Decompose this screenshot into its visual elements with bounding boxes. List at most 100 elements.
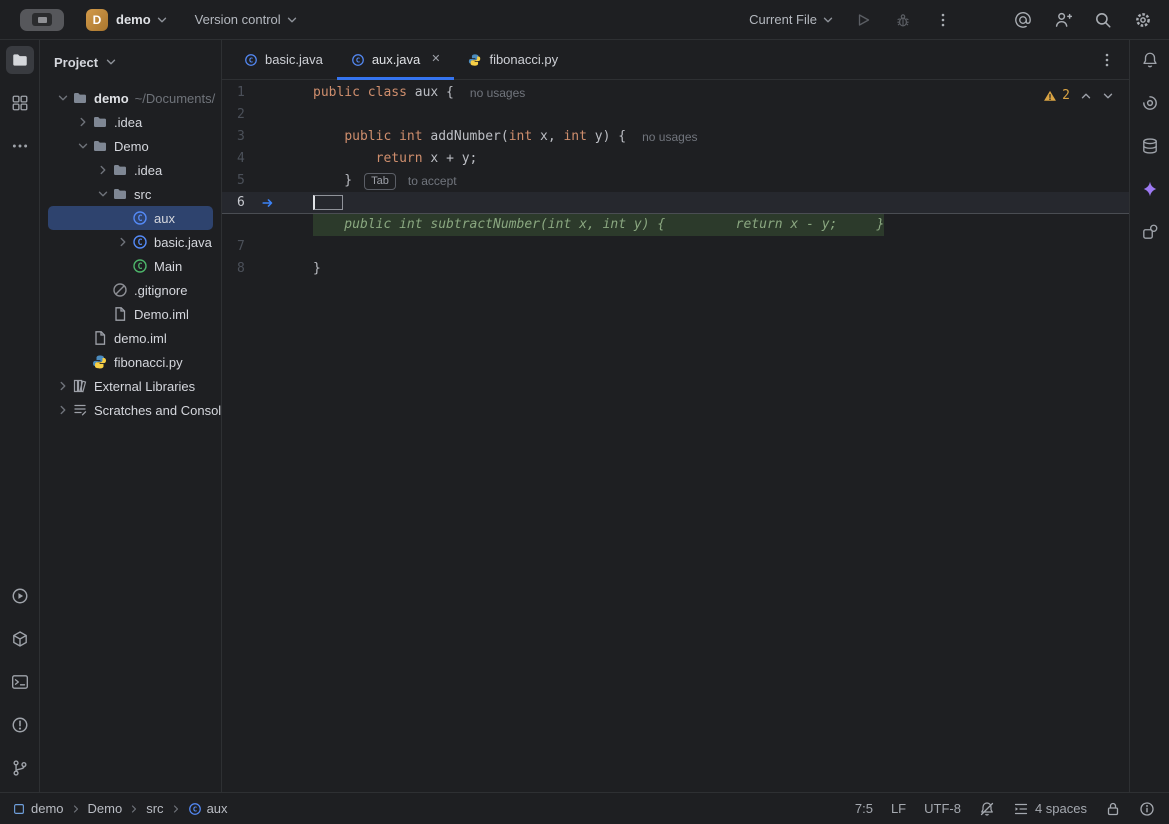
notifications-muted-button[interactable] (979, 801, 995, 817)
project-switcher[interactable]: demo (116, 12, 151, 27)
code-with-me-button[interactable] (1049, 6, 1077, 34)
readonly-toggle-button[interactable] (1105, 801, 1121, 817)
code-line[interactable]: 8 } (222, 258, 1129, 280)
folder-icon (11, 51, 29, 69)
chevron-down-icon[interactable] (74, 139, 92, 153)
database-tool-button[interactable] (1136, 132, 1164, 160)
more-actions-button[interactable] (929, 6, 957, 34)
project-panel-header[interactable]: Project (40, 40, 221, 84)
tree-item-aux-selected[interactable]: aux (48, 206, 213, 230)
tool-build-button[interactable] (6, 625, 34, 653)
tree-item-gitignore[interactable]: .gitignore (40, 278, 221, 302)
chevron-right-icon[interactable] (114, 235, 132, 249)
indent-widget[interactable]: 4 spaces (1013, 801, 1087, 817)
tool-run-button[interactable] (6, 582, 34, 610)
settings-button[interactable] (1129, 6, 1157, 34)
run-button[interactable] (849, 6, 877, 34)
line-number[interactable]: 2 (222, 104, 313, 126)
tree-item-external-libraries[interactable]: External Libraries (40, 374, 221, 398)
tab-key-badge: Tab (364, 173, 396, 190)
tree-item-demo-iml[interactable]: Demo.iml (40, 302, 221, 326)
tree-item-idea[interactable]: .idea (40, 110, 221, 134)
code-line[interactable]: 4 return x + y; (222, 148, 1129, 170)
tree-item-label: demo (94, 91, 129, 106)
left-tool-strip (0, 40, 40, 792)
line-number[interactable]: 3 (222, 126, 313, 148)
project-tree: demo ~/Documents/ .idea Demo .idea (40, 84, 221, 792)
gemini-tool-button[interactable] (1136, 175, 1164, 203)
tree-item-basic-java[interactable]: basic.java (40, 230, 221, 254)
line-number[interactable]: 5 (222, 170, 313, 192)
breadcrumb-item-aux[interactable]: aux (188, 801, 228, 816)
plugins-tool-button[interactable] (1136, 218, 1164, 246)
encoding-widget[interactable]: UTF-8 (924, 801, 961, 816)
chevron-down-icon[interactable] (54, 91, 72, 105)
line-number[interactable]: 7 (222, 236, 313, 258)
tree-item-demo-folder[interactable]: Demo (40, 134, 221, 158)
warnings-button[interactable]: 2 (1043, 88, 1070, 103)
breadcrumb-item-demo[interactable]: demo (12, 801, 64, 816)
tab-options-icon[interactable] (1099, 52, 1115, 68)
tool-git-button[interactable] (6, 754, 34, 782)
window-controls-pill[interactable] (20, 9, 64, 31)
tree-item-demo-iml-root[interactable]: demo.iml (40, 326, 221, 350)
tree-item-scratches[interactable]: Scratches and Consoles (40, 398, 221, 422)
chevron-right-icon[interactable] (54, 379, 72, 393)
chevron-right-icon (70, 803, 82, 815)
chevron-right-icon[interactable] (94, 163, 112, 177)
notifications-button[interactable] (1136, 46, 1164, 74)
code-line[interactable]: 5 }Tabto accept (222, 170, 1129, 192)
project-avatar[interactable]: D (86, 9, 108, 31)
code-line[interactable]: 2 (222, 104, 1129, 126)
ide-messages-button[interactable] (1139, 801, 1155, 817)
code-line-current[interactable]: 6 (222, 192, 1129, 214)
caret-position-widget[interactable]: 7:5 (855, 801, 873, 816)
line-number[interactable]: 6 (222, 192, 313, 214)
breadcrumb-item-Demo[interactable]: Demo (88, 801, 123, 816)
usages-hint: no usages (470, 82, 525, 104)
line-number[interactable]: 4 (222, 148, 313, 170)
tree-item-idea-inner[interactable]: .idea (40, 158, 221, 182)
close-icon[interactable]: ✕ (431, 54, 440, 65)
line-number[interactable]: 8 (222, 258, 313, 280)
code-line[interactable]: 1 public class aux {no usages (222, 82, 1129, 104)
chevron-down-icon[interactable] (94, 187, 112, 201)
breadcrumb-item-src[interactable]: src (146, 801, 163, 816)
next-problem-icon[interactable] (1101, 89, 1115, 103)
tree-item-src[interactable]: src (40, 182, 221, 206)
tab-fibonacci-py[interactable]: fibonacci.py (454, 40, 572, 80)
vcs-widget[interactable]: Version control (195, 12, 281, 27)
ai-assistant-tool-button[interactable] (1136, 89, 1164, 117)
code-line[interactable]: 7 (222, 236, 1129, 258)
tool-structure-button[interactable] (6, 89, 34, 117)
tree-item-main[interactable]: Main (40, 254, 221, 278)
ai-assistant-button[interactable] (1009, 6, 1037, 34)
tool-project-button[interactable] (6, 46, 34, 74)
tab-label: aux.java (372, 52, 420, 67)
accept-hint: to accept (408, 170, 457, 192)
structure-icon (11, 94, 29, 112)
debug-button[interactable] (889, 6, 917, 34)
search-everywhere-button[interactable] (1089, 6, 1117, 34)
tab-basic-java[interactable]: basic.java (230, 40, 337, 80)
tool-problems-button[interactable] (6, 711, 34, 739)
chevron-right-icon[interactable] (74, 115, 92, 129)
more-tool-windows-button[interactable] (6, 132, 34, 160)
prev-problem-icon[interactable] (1079, 89, 1093, 103)
chevron-right-icon[interactable] (54, 403, 72, 417)
status-bar-widgets: 7:5 LF UTF-8 4 spaces (855, 801, 1155, 817)
tool-terminal-button[interactable] (6, 668, 34, 696)
chevron-down-icon[interactable] (155, 13, 169, 27)
run-configuration-selector[interactable]: Current File (749, 12, 835, 27)
code-line[interactable]: 3 public int addNumber(int x, int y) {no… (222, 126, 1129, 148)
line-number[interactable]: 1 (222, 82, 313, 104)
chevron-down-icon[interactable] (285, 13, 299, 27)
tree-item-fibonacci-py[interactable]: fibonacci.py (40, 350, 221, 374)
chevron-right-icon (128, 803, 140, 815)
folder-icon (112, 162, 128, 178)
line-separator-widget[interactable]: LF (891, 801, 906, 816)
tab-aux-java[interactable]: aux.java ✕ (337, 40, 455, 80)
tree-item-demo-root[interactable]: demo ~/Documents/ (40, 86, 221, 110)
code-line-suggestion[interactable]: public int subtractNumber(int x, int y) … (222, 214, 1129, 236)
code-editor[interactable]: 2 1 public class aux {no usages 2 (222, 80, 1129, 792)
